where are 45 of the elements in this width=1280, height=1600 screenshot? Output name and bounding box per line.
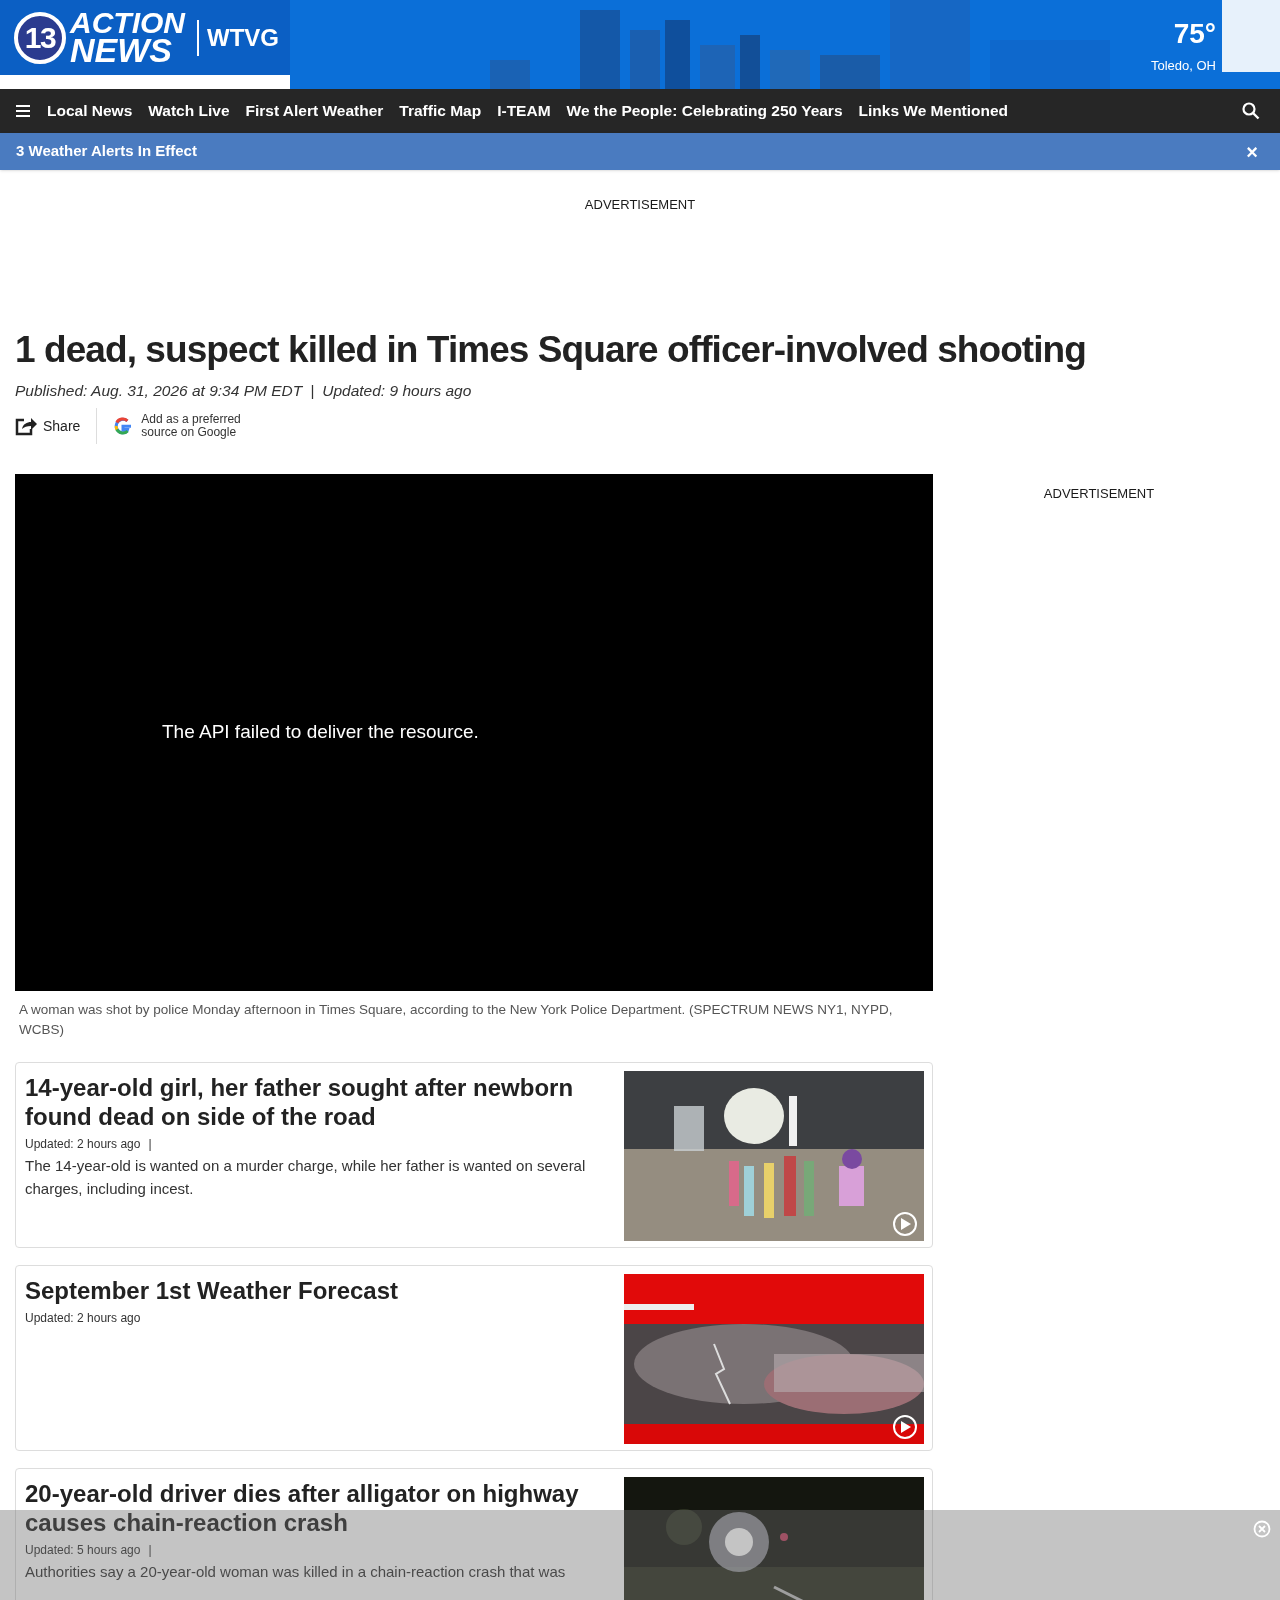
alert-bar[interactable]: 3 Weather Alerts In Effect ×: [0, 133, 1280, 170]
story-card[interactable]: September 1st Weather Forecast Updated: 2 hours ago: [15, 1265, 933, 1451]
story-summary: Authorities say a 20-year-old woman was killed in a chain-reaction crash that was: [25, 1562, 567, 1582]
nav-link[interactable]: Local News: [47, 99, 133, 123]
alert-text: 3 Weather Alerts In Effect: [16, 141, 197, 162]
station-name: WTVG: [197, 19, 279, 56]
updated-time: Updated: 9 hours ago: [322, 380, 472, 401]
caption: A woman was shot by police Monday afternoon in Times Square, according to the New York Police Department. (SPECTRUM NEWS NY1, NYPD, WCBS): [18, 1001, 894, 1039]
nav-link[interactable]: Traffic Map: [399, 99, 482, 123]
nav-link[interactable]: Watch Live: [148, 99, 230, 123]
ad-placeholder: [1222, 0, 1280, 72]
google-icon: [113, 416, 134, 436]
separator: |: [148, 1542, 152, 1559]
share-icon: [15, 416, 37, 436]
story-card[interactable]: 20-year-old driver dies after alligator on highway causes chain-reaction crash Updated: 5 hours ago | Authorities say a 20-year-old woman was killed in a chain-reaction crash that was: [15, 1468, 933, 1600]
updated-time: Updated: 2 hours ago: [25, 1310, 141, 1327]
close-button[interactable]: ×: [1246, 141, 1258, 162]
story-card[interactable]: [15, 1062, 933, 1248]
separator: |: [148, 1136, 152, 1153]
logo-text: ACTION: [70, 10, 185, 36]
logo-text: NEWS: [70, 35, 172, 65]
nav-link[interactable]: Links We Mentioned: [858, 99, 1009, 123]
nav-link[interactable]: We the People: Celebrating 250 Years: [566, 99, 843, 123]
search-icon[interactable]: [1242, 102, 1260, 120]
story-title[interactable]: 20-year-old driver dies after alligator on highway causes chain-reaction crash: [25, 1479, 608, 1537]
updated-time: Updated: 2 hours ago: [25, 1136, 141, 1153]
location: Toledo, OH: [1150, 57, 1216, 75]
share-button[interactable]: Share: [15, 415, 97, 437]
separator: |: [310, 380, 315, 401]
story-summary: The 14-year-old is wanted on a murder charge, while her father is wanted on several charges, including incest.: [25, 1156, 587, 1199]
menu-icon[interactable]: [16, 105, 30, 117]
published-date: Published: Aug. 31, 2026 at 9:34 PM EDT: [15, 380, 303, 401]
error-message: The API failed to deliver the resource.: [162, 720, 479, 745]
nav-link[interactable]: First Alert Weather: [245, 99, 384, 123]
google-source-link[interactable]: Add as a preferred source on Google: [97, 413, 246, 439]
story-title[interactable]: September 1st Weather Forecast: [25, 1276, 608, 1305]
temperature: 75°: [1173, 20, 1216, 48]
updated-time: Updated: 5 hours ago: [25, 1542, 141, 1559]
ad-label: ADVERTISEMENT: [584, 196, 696, 214]
nav-link[interactable]: I-TEAM: [497, 99, 551, 123]
video-player[interactable]: The API failed to deliver the resource.: [15, 474, 933, 991]
ad-label: ADVERTISEMENT: [1043, 485, 1155, 503]
headline: 1 dead, suspect killed in Times Square officer-involved shooting: [15, 327, 1087, 372]
logo-number: 13: [14, 11, 66, 64]
story-title[interactable]: 14-year-old girl, her father sought after newborn found dead on side of the road: [25, 1073, 608, 1131]
